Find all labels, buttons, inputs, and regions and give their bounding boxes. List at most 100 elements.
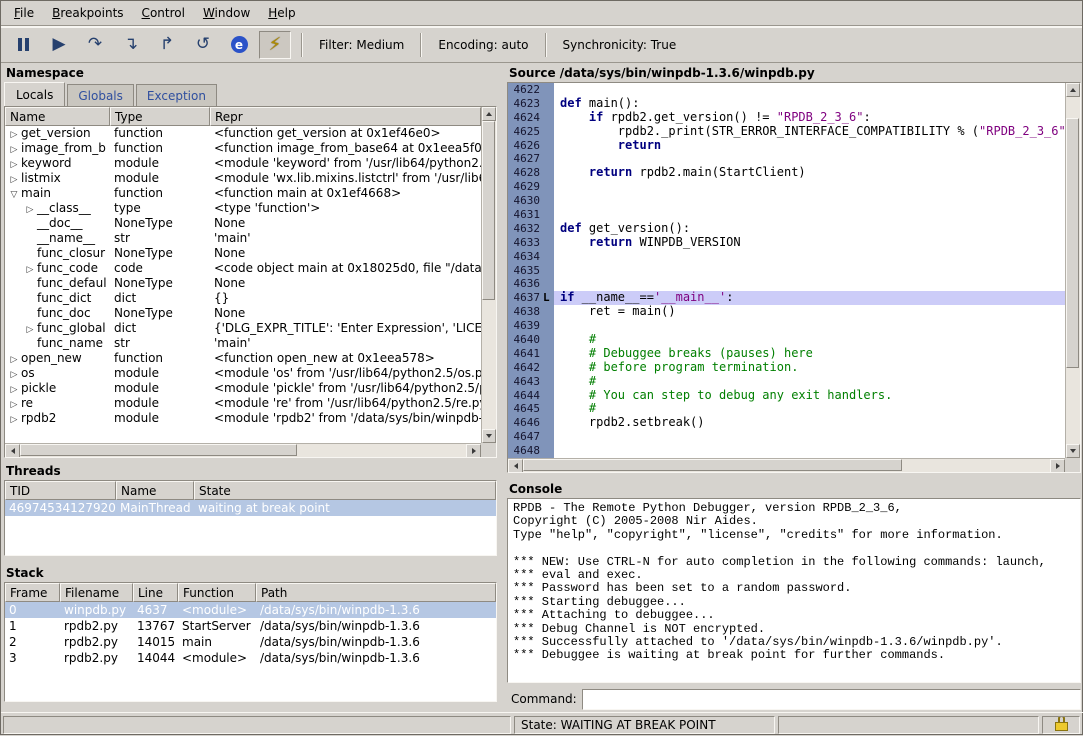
tab-locals[interactable]: Locals (4, 82, 65, 106)
column-header-filename[interactable]: Filename (60, 583, 133, 602)
namespace-row[interactable]: __doc__NoneTypeNone (5, 216, 481, 231)
scrollbar-track[interactable] (1066, 97, 1080, 444)
line-number-gutter[interactable]: 4645 (508, 402, 554, 416)
namespace-row[interactable]: ▷open_newfunction<function open_new at 0… (5, 351, 481, 366)
tree-expander-icon[interactable]: ▷ (7, 158, 21, 171)
menu-help[interactable]: Help (259, 2, 304, 24)
menu-control[interactable]: Control (133, 2, 194, 24)
namespace-row[interactable]: func_namestr'main' (5, 336, 481, 351)
line-number-gutter[interactable]: 4633 (508, 236, 554, 250)
line-number-gutter[interactable]: 4623 (508, 97, 554, 111)
source-line[interactable]: 4626 return (508, 139, 1065, 153)
column-header-line[interactable]: Line (133, 583, 178, 602)
source-line[interactable]: 4645 # (508, 402, 1065, 416)
source-line[interactable]: 4642 # before program termination. (508, 361, 1065, 375)
scrollbar-thumb[interactable] (20, 444, 297, 456)
break-button[interactable] (7, 31, 39, 59)
synchronicity-toggle-button[interactable]: ⚡ (259, 31, 291, 59)
stack-frame-row[interactable]: 3rpdb2.py14044<module>/data/sys/bin/winp… (5, 650, 496, 666)
source-line[interactable]: 4624 if rpdb2.get_version() != "RPDB_2_3… (508, 111, 1065, 125)
namespace-row[interactable]: ▷func_globaldict{'DLG_EXPR_TITLE': 'Ente… (5, 321, 481, 336)
line-number-gutter[interactable]: 4643 (508, 375, 554, 389)
namespace-row[interactable]: func_docNoneTypeNone (5, 306, 481, 321)
source-line[interactable]: 4637Lif __name__=='__main__': (508, 291, 1065, 305)
scrollbar-thumb[interactable] (482, 121, 495, 300)
column-header-path[interactable]: Path (256, 583, 496, 602)
line-number-gutter[interactable]: 4644 (508, 389, 554, 403)
line-number-gutter[interactable]: 4625 (508, 125, 554, 139)
line-number-gutter[interactable]: 4624 (508, 111, 554, 125)
scroll-down-button[interactable] (482, 429, 496, 443)
namespace-row[interactable]: ▷func_codecode<code object main at 0x180… (5, 261, 481, 276)
source-line[interactable]: 4643 # (508, 375, 1065, 389)
column-header-frame[interactable]: Frame (5, 583, 60, 602)
column-header-name[interactable]: Name (116, 481, 194, 500)
scroll-right-button[interactable] (1050, 459, 1065, 473)
column-header-function[interactable]: Function (178, 583, 256, 602)
column-header-type[interactable]: Type (110, 107, 210, 126)
tree-expander-icon[interactable]: ▽ (7, 188, 21, 201)
source-line[interactable]: 4639 (508, 319, 1065, 333)
scrollbar-track[interactable] (523, 459, 1050, 472)
source-line[interactable]: 4633 return WINPDB_VERSION (508, 236, 1065, 250)
namespace-row[interactable]: func_defaulNoneTypeNone (5, 276, 481, 291)
namespace-vscrollbar[interactable] (481, 107, 496, 443)
namespace-row[interactable]: ▷__class__type<type 'function'> (5, 201, 481, 216)
encoding-toggle-button[interactable]: e (223, 31, 255, 59)
source-line[interactable]: 4632def get_version(): (508, 222, 1065, 236)
namespace-row[interactable]: ▷osmodule<module 'os' from '/usr/lib64/p… (5, 366, 481, 381)
line-number-gutter[interactable]: 4630 (508, 194, 554, 208)
step-over-button[interactable]: ↷ (79, 31, 111, 59)
line-number-gutter[interactable]: 4648 (508, 444, 554, 458)
command-input[interactable] (582, 689, 1081, 710)
source-line[interactable]: 4638 ret = main() (508, 305, 1065, 319)
tree-expander-icon[interactable]: ▷ (7, 173, 21, 186)
line-number-gutter[interactable]: 4637L (508, 291, 554, 305)
scroll-up-button[interactable] (1066, 83, 1080, 97)
namespace-row[interactable]: ▷keywordmodule<module 'keyword' from '/u… (5, 156, 481, 171)
scroll-up-button[interactable] (482, 107, 496, 121)
source-line[interactable]: 4627 (508, 152, 1065, 166)
step-out-button[interactable]: ↱ (151, 31, 183, 59)
menu-file[interactable]: File (5, 2, 43, 24)
source-line[interactable]: 4634 (508, 250, 1065, 264)
scroll-left-button[interactable] (5, 444, 20, 458)
namespace-row[interactable]: __name__str'main' (5, 231, 481, 246)
namespace-row[interactable]: ▷image_from_bfunction<function image_fro… (5, 141, 481, 156)
tree-expander-icon[interactable]: ▷ (7, 353, 21, 366)
tab-exception[interactable]: Exception (136, 84, 217, 106)
line-number-gutter[interactable]: 4632 (508, 222, 554, 236)
column-header-repr[interactable]: Repr (210, 107, 481, 126)
tab-globals[interactable]: Globals (67, 84, 134, 106)
source-line[interactable]: 4641 # Debuggee breaks (pauses) here (508, 347, 1065, 361)
line-number-gutter[interactable]: 4628 (508, 166, 554, 180)
namespace-row[interactable]: func_closurNoneTypeNone (5, 246, 481, 261)
namespace-row[interactable]: ▷rpdb2module<module 'rpdb2' from '/data/… (5, 411, 481, 426)
source-line[interactable]: 4640 # (508, 333, 1065, 347)
source-hscrollbar[interactable] (508, 458, 1065, 472)
source-line[interactable]: 4623def main(): (508, 97, 1065, 111)
thread-row[interactable]: 46974534127920MainThreadwaiting at break… (5, 500, 496, 516)
line-number-gutter[interactable]: 4639 (508, 319, 554, 333)
source-line[interactable]: 4622 (508, 83, 1065, 97)
source-line[interactable]: 4635 (508, 264, 1065, 278)
line-number-gutter[interactable]: 4634 (508, 250, 554, 264)
menu-breakpoints[interactable]: Breakpoints (43, 2, 132, 24)
tree-expander-icon[interactable]: ▷ (7, 368, 21, 381)
source-vscrollbar[interactable] (1065, 83, 1080, 458)
column-header-name[interactable]: Name (5, 107, 110, 126)
scrollbar-thumb[interactable] (523, 459, 902, 471)
restart-button[interactable]: ↺ (187, 31, 219, 59)
menu-window[interactable]: Window (194, 2, 259, 24)
source-line[interactable]: 4625 rpdb2._print(STR_ERROR_INTERFACE_CO… (508, 125, 1065, 139)
line-number-gutter[interactable]: 4631 (508, 208, 554, 222)
source-line[interactable]: 4648 (508, 444, 1065, 458)
line-number-gutter[interactable]: 4641 (508, 347, 554, 361)
source-line[interactable]: 4644 # You can step to debug any exit ha… (508, 389, 1065, 403)
line-number-gutter[interactable]: 4622 (508, 83, 554, 97)
namespace-row[interactable]: ▷remodule<module 're' from '/usr/lib64/p… (5, 396, 481, 411)
scroll-left-button[interactable] (508, 459, 523, 473)
line-number-gutter[interactable]: 4629 (508, 180, 554, 194)
source-line[interactable]: 4646 rpdb2.setbreak() (508, 416, 1065, 430)
stack-frame-row[interactable]: 2rpdb2.py14015main/data/sys/bin/winpdb-1… (5, 634, 496, 650)
